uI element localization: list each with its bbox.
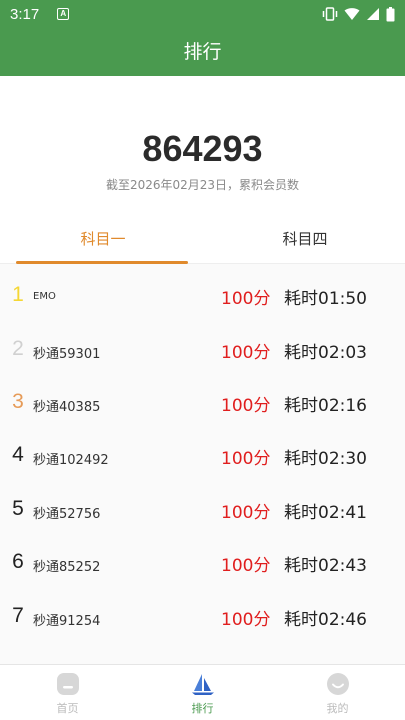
ranking-list[interactable]: 1 EMO 100分 耗时01:50 2 秒通59301 100分 耗时02:0… xyxy=(0,264,405,664)
member-total-caption: 截至2026年02月23日，累积会员数 xyxy=(105,178,300,192)
nav-home[interactable]: 首页 xyxy=(0,665,135,720)
user-name: 秒通85252 xyxy=(33,560,101,575)
elapsed-time: 耗时02:41 xyxy=(284,503,367,523)
score: 100分 xyxy=(221,449,271,469)
ranking-row[interactable]: 7 秒通91254 100分 耗时02:46 xyxy=(0,590,405,643)
nav-profile[interactable]: 我的 xyxy=(270,665,405,720)
score: 100分 xyxy=(221,610,271,630)
score: 100分 xyxy=(221,396,271,416)
bottom-nav: 首页 排行 我的 xyxy=(0,664,405,720)
rank-number: 5 xyxy=(12,497,24,520)
user-name: 秒通52756 xyxy=(33,507,101,522)
member-total: 864293 xyxy=(142,128,263,169)
smiley-icon xyxy=(327,673,349,695)
page-title: 排行 xyxy=(183,41,222,63)
ranking-row[interactable]: 2 秒通59301 100分 耗时02:03 xyxy=(0,323,405,376)
score: 100分 xyxy=(221,343,271,363)
status-time: 3:17 xyxy=(10,5,40,23)
ranking-row[interactable]: 1 EMO 100分 耗时01:50 xyxy=(0,269,405,322)
user-name: 秒通40385 xyxy=(33,400,101,415)
nav-profile-label: 我的 xyxy=(326,702,349,715)
nav-ranking[interactable]: 排行 xyxy=(135,665,270,720)
score: 100分 xyxy=(221,503,271,523)
wifi-icon xyxy=(344,8,360,20)
ranking-row[interactable]: 6 秒通85252 100分 耗时02:43 xyxy=(0,536,405,589)
user-name: 秒通59301 xyxy=(33,347,101,362)
score: 100分 xyxy=(221,289,271,309)
elapsed-time: 耗时02:43 xyxy=(284,556,367,576)
rank-number: 7 xyxy=(12,604,24,627)
tab-subject-four[interactable]: 科目四 xyxy=(212,218,398,264)
user-name: 秒通91254 xyxy=(33,614,101,629)
sailboat-icon xyxy=(192,674,214,695)
rank-number: 1 xyxy=(12,283,24,306)
battery-icon xyxy=(386,6,395,21)
ranking-row[interactable]: 5 秒通52756 100分 耗时02:41 xyxy=(0,483,405,536)
user-name: EMO xyxy=(33,291,56,302)
user-name: 秒通102492 xyxy=(33,453,109,468)
status-bar: 3:17 A xyxy=(0,0,405,28)
rank-number: 4 xyxy=(12,443,24,466)
vibrate-icon xyxy=(322,7,338,21)
nav-home-label: 首页 xyxy=(56,702,79,715)
app-bar: 排行 xyxy=(0,28,405,76)
home-icon xyxy=(57,673,79,695)
signal-icon xyxy=(367,8,379,20)
screen: 3:17 A 排行 864293 截至2026年02月23日，累积会员数 科目一… xyxy=(0,0,405,720)
score: 100分 xyxy=(221,556,271,576)
tab-subject-one[interactable]: 科目一 xyxy=(10,218,196,264)
rank-number: 2 xyxy=(12,337,24,360)
subject-tabs: 科目一 科目四 xyxy=(0,218,405,264)
ranking-row[interactable]: 3 秒通40385 100分 耗时02:16 xyxy=(0,376,405,429)
elapsed-time: 耗时02:46 xyxy=(284,610,367,630)
app-notification-icon: A xyxy=(57,8,70,20)
elapsed-time: 耗时02:16 xyxy=(284,396,367,416)
status-icons xyxy=(322,6,395,22)
nav-ranking-label: 排行 xyxy=(191,702,214,715)
summary-panel: 864293 截至2026年02月23日，累积会员数 xyxy=(0,76,405,208)
elapsed-time: 耗时01:50 xyxy=(284,289,367,309)
elapsed-time: 耗时02:30 xyxy=(284,449,367,469)
ranking-row[interactable]: 4 秒通102492 100分 耗时02:30 xyxy=(0,429,405,482)
elapsed-time: 耗时02:03 xyxy=(284,343,367,363)
rank-number: 3 xyxy=(12,390,24,413)
rank-number: 6 xyxy=(12,550,24,573)
